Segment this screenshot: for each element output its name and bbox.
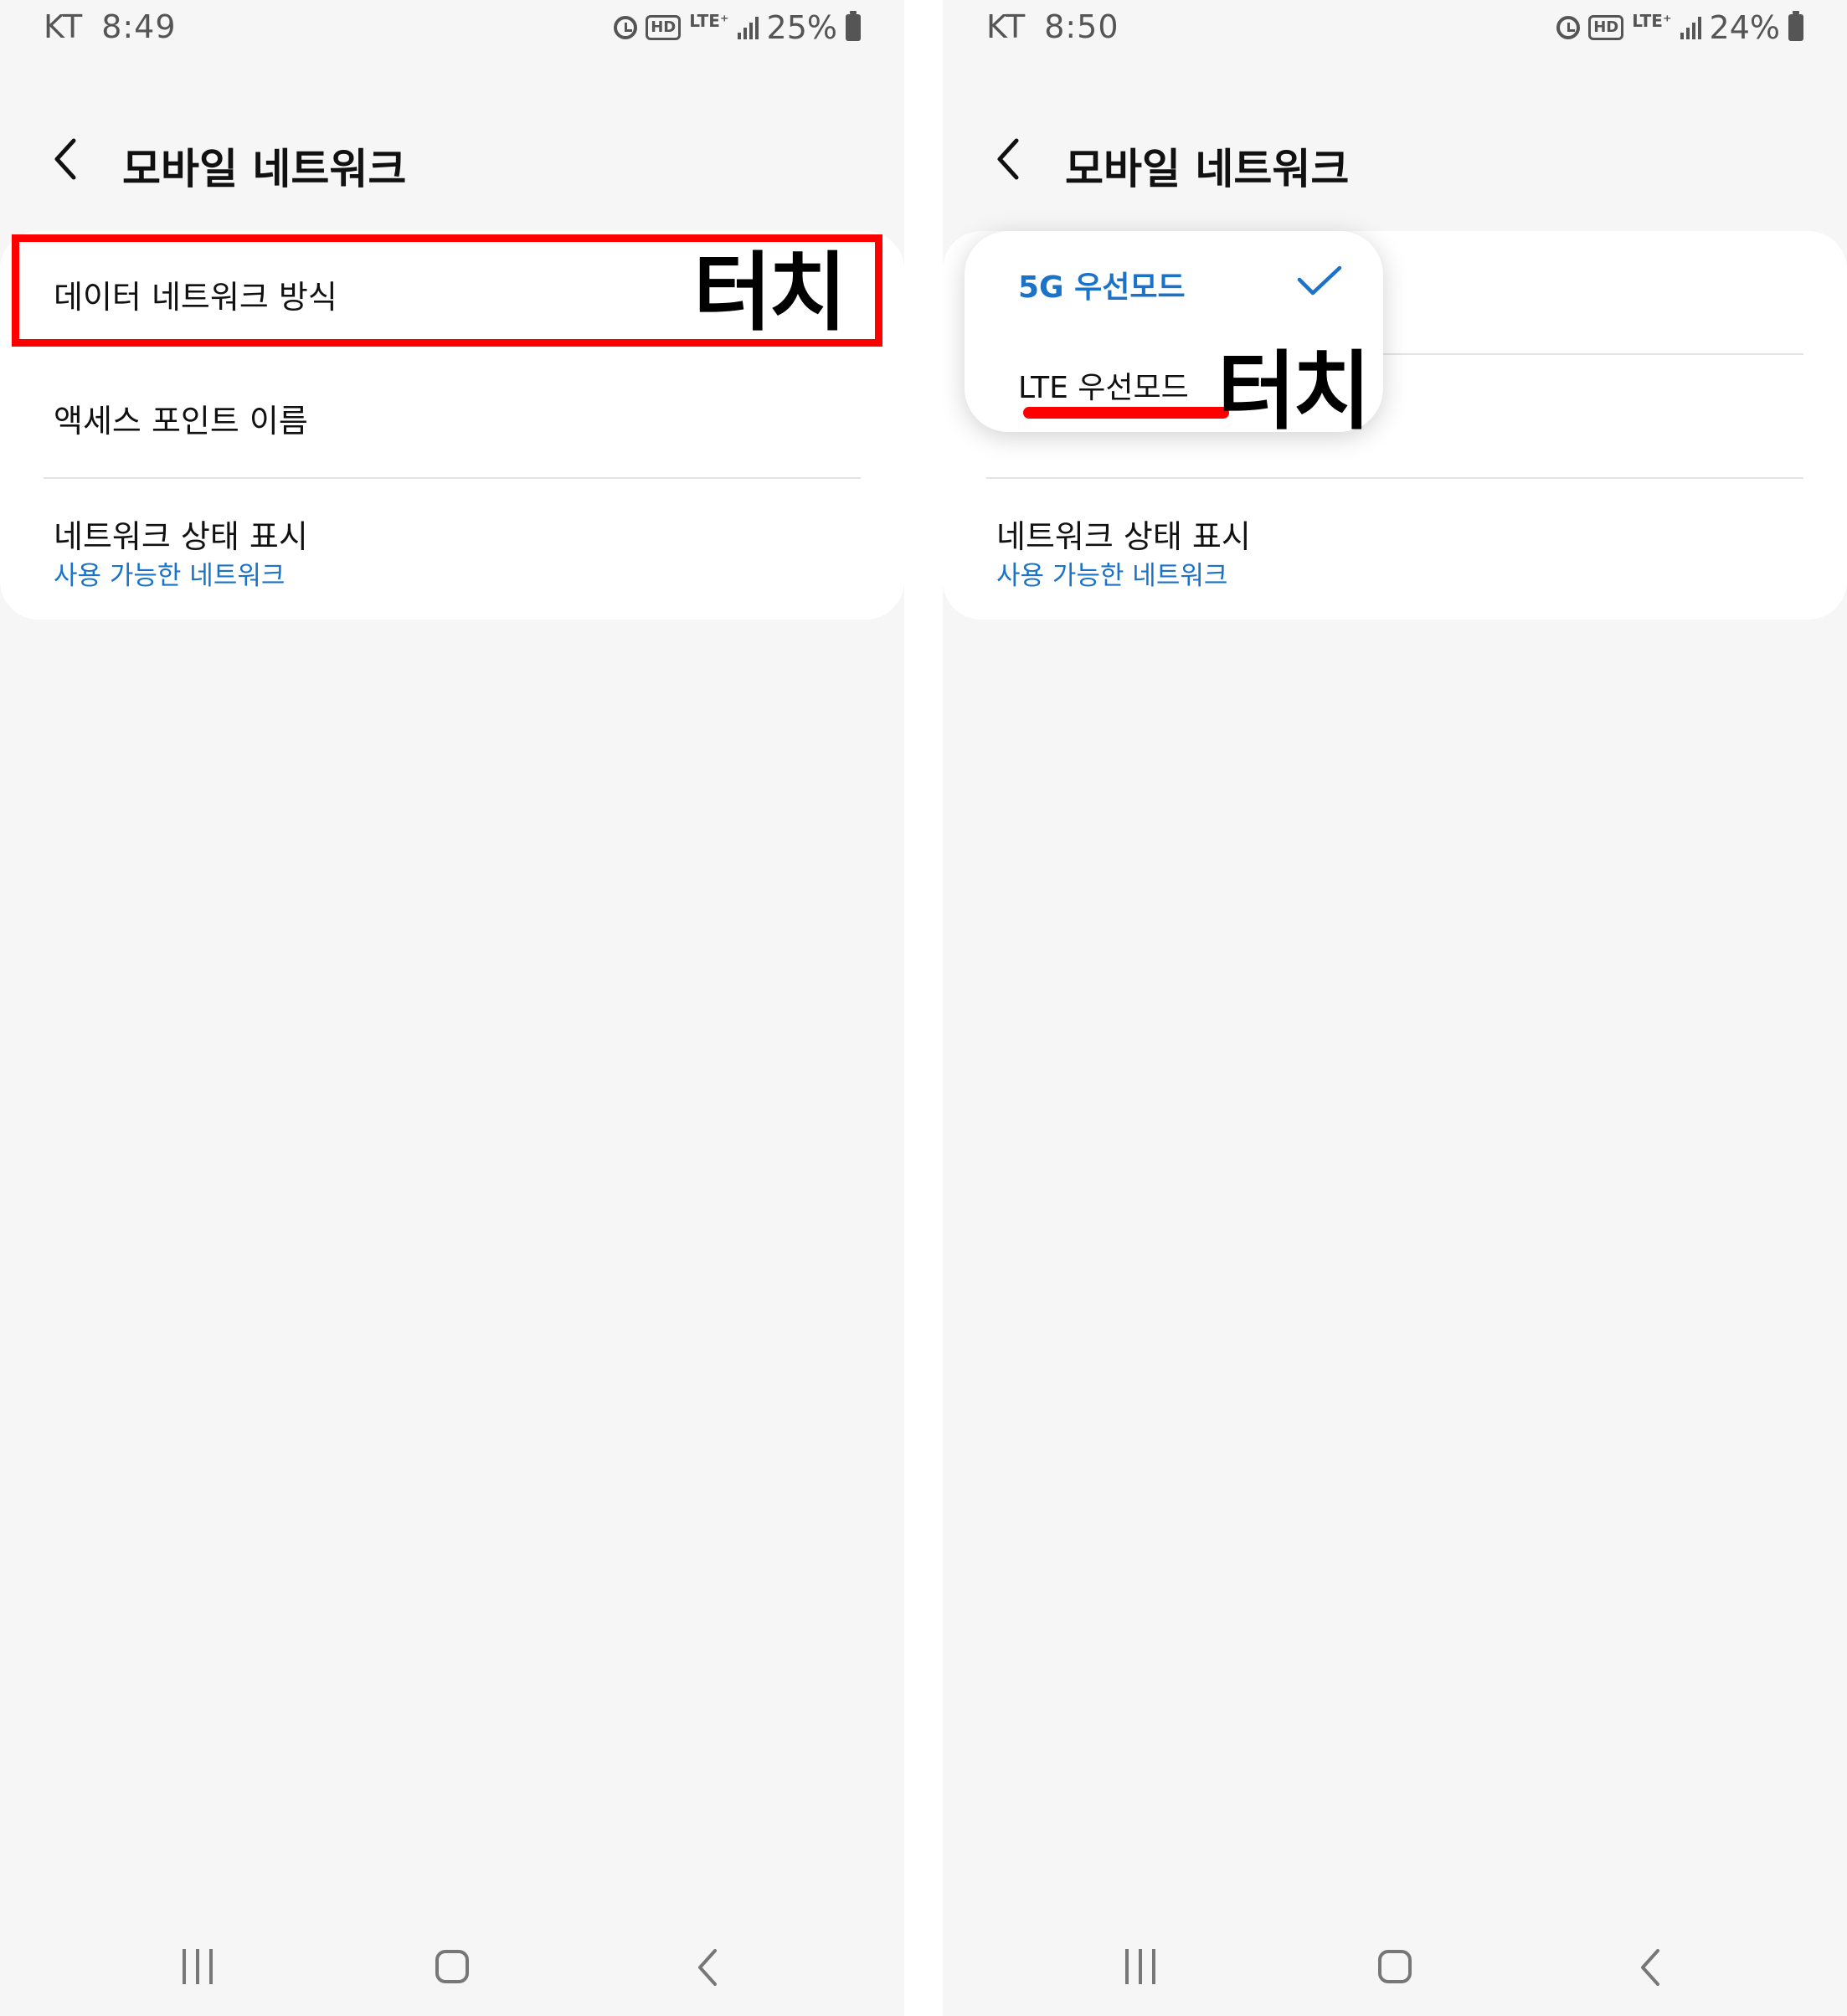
page-title: 모바일 네트워크: [1065, 145, 1350, 193]
hd-voice-icon: HD: [1588, 15, 1624, 40]
option-lte-preferred[interactable]: LTE 우선모드: [1018, 363, 1189, 407]
touch-annotation: 터치: [1217, 342, 1371, 442]
hd-voice-icon: HD: [646, 15, 682, 40]
clock: 8:50: [1044, 8, 1119, 45]
nav-bar: [943, 1926, 1847, 2016]
status-icons: HD LTE⁺ 25%: [614, 8, 861, 47]
page-title: 모바일 네트워크: [122, 145, 407, 193]
back-chevron-icon[interactable]: [49, 136, 90, 183]
access-point-names-item[interactable]: 액세스 포인트 이름: [54, 395, 308, 441]
home-icon[interactable]: [1378, 1950, 1412, 1983]
carrier-label: KT: [44, 8, 84, 45]
status-left: KT 8:50: [986, 8, 1119, 45]
screen-right: KT 8:50 HD LTE⁺ 24% 모바일 네트워크 네트워크 상태 표시 사…: [943, 0, 1847, 2016]
signal-icon: [1680, 16, 1701, 39]
status-bar: KT 8:50 HD LTE⁺ 24%: [943, 0, 1847, 55]
recent-apps-icon[interactable]: [1125, 1949, 1155, 1984]
nav-back-icon[interactable]: [1634, 1947, 1668, 1988]
network-status-sub: 사용 가능한 네트워크: [54, 561, 286, 591]
recent-apps-icon[interactable]: [183, 1949, 213, 1984]
battery-percent: 24%: [1709, 9, 1780, 46]
app-header: 모바일 네트워크: [0, 117, 904, 201]
carrier-label: KT: [986, 8, 1026, 45]
divider: [986, 477, 1803, 479]
divider: [44, 477, 861, 479]
highlight-underline: [1023, 407, 1229, 419]
alarm-icon: [1556, 16, 1581, 39]
signal-icon: [737, 16, 759, 39]
status-left: KT 8:49: [44, 8, 177, 45]
nav-bar: [0, 1926, 904, 2016]
nav-back-icon[interactable]: [692, 1947, 725, 1988]
checkmark-icon: [1297, 265, 1342, 296]
network-status-item[interactable]: 네트워크 상태 표시: [996, 511, 1251, 557]
screen-left: KT 8:49 HD LTE⁺ 25% 모바일 네트워크 데이터 네트워크 방식 …: [0, 0, 904, 2016]
back-chevron-icon[interactable]: [991, 136, 1033, 183]
status-bar: KT 8:49 HD LTE⁺ 25%: [0, 0, 904, 55]
network-status-item[interactable]: 네트워크 상태 표시: [54, 511, 308, 557]
battery-percent: 25%: [766, 9, 837, 46]
home-icon[interactable]: [435, 1950, 469, 1983]
battery-icon: [1788, 11, 1803, 41]
lte-plus-icon: LTE⁺: [689, 11, 729, 31]
touch-annotation: 터치: [693, 244, 847, 343]
app-header: 모바일 네트워크: [943, 117, 1847, 201]
clock: 8:49: [101, 8, 177, 45]
option-5g-preferred[interactable]: 5G 우선모드: [1018, 263, 1186, 306]
alarm-icon: [614, 16, 638, 39]
lte-plus-icon: LTE⁺: [1632, 11, 1672, 31]
network-status-sub: 사용 가능한 네트워크: [996, 561, 1228, 591]
battery-icon: [846, 11, 861, 41]
status-icons: HD LTE⁺ 24%: [1556, 8, 1803, 47]
